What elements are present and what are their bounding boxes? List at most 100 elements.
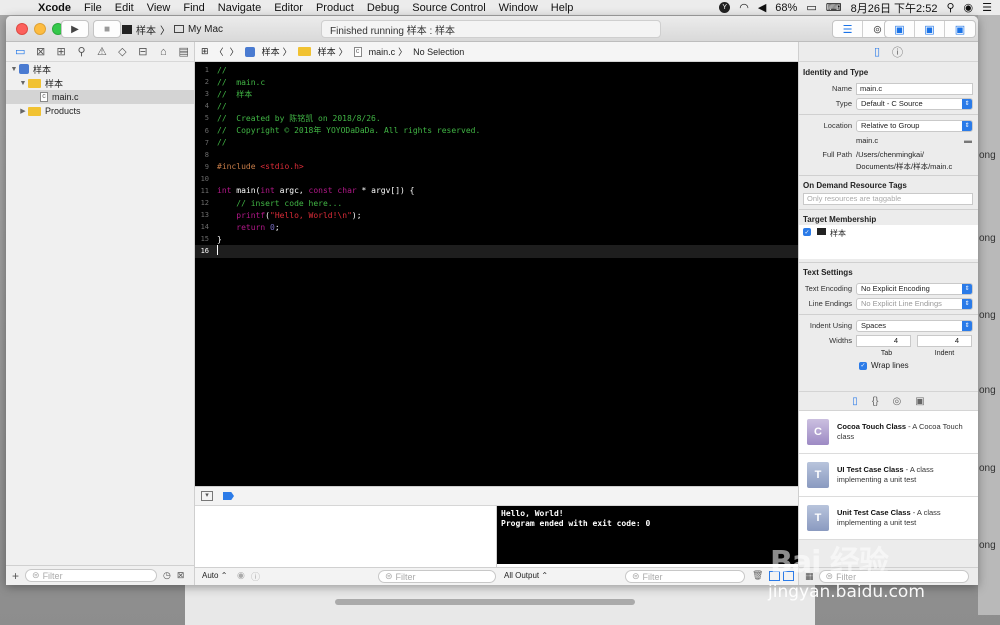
- disclosure-open-icon[interactable]: ▼: [18, 80, 28, 87]
- related-items-icon[interactable]: ⊞: [201, 46, 209, 57]
- code-line[interactable]: 3 // 样本: [195, 88, 798, 100]
- jump-crumb-selection[interactable]: No Selection: [413, 47, 464, 57]
- object-library-icon[interactable]: ◎: [893, 396, 902, 407]
- standard-editor-button[interactable]: ☰: [833, 21, 863, 37]
- menu-clock[interactable]: 8月26日 下午2:52: [851, 0, 938, 16]
- wifi-icon[interactable]: ◠: [739, 1, 749, 14]
- code-line[interactable]: 5 // Created by 陈铭凯 on 2018/8/26.: [195, 112, 798, 124]
- code-line[interactable]: 13 printf("Hello, World!\n");: [195, 209, 798, 221]
- media-library-icon[interactable]: ▣: [915, 396, 924, 407]
- run-button[interactable]: ▶: [61, 20, 89, 38]
- menu-find[interactable]: Find: [183, 2, 204, 14]
- code-line[interactable]: 14 return 0;: [195, 221, 798, 233]
- input-source-icon[interactable]: ⌨: [826, 1, 842, 14]
- menu-source-control[interactable]: Source Control: [412, 2, 485, 14]
- type-popup[interactable]: Default - C Source ⇕: [856, 97, 973, 110]
- library-item[interactable]: T Unit Test Case Class - A class implemen…: [799, 497, 978, 540]
- tree-row-file[interactable]: c main.c: [6, 90, 194, 104]
- code-line[interactable]: 6 // Copyright © 2018年 YOYODaDaDa. All ri…: [195, 124, 798, 136]
- endings-popup[interactable]: No Explicit Line Endings ⇕: [856, 297, 973, 310]
- source-editor[interactable]: 1 // 2 // main.c 3 // 样本 4 // 5 // Created by 陈铭凯…: [195, 62, 798, 486]
- forward-icon[interactable]: 〉: [230, 45, 239, 58]
- volume-icon[interactable]: ◀: [758, 1, 766, 14]
- odr-tags-field[interactable]: Only resources are taggable: [803, 192, 973, 205]
- code-line[interactable]: 11 int main(int argc, const char * argv[]…: [195, 185, 798, 197]
- code-line[interactable]: 1 //: [195, 64, 798, 76]
- checkbox-checked-icon[interactable]: ✓: [803, 228, 811, 236]
- tab-width-field[interactable]: 4: [856, 334, 911, 347]
- location-popup[interactable]: Relative to Group ⇕: [856, 119, 973, 132]
- eye-icon[interactable]: ◉: [237, 570, 245, 581]
- quick-help-icon[interactable]: ⓘ: [892, 44, 903, 60]
- jump-crumb-project[interactable]: 样本 〉: [244, 45, 292, 58]
- minimize-window-button[interactable]: [34, 23, 46, 35]
- menu-editor[interactable]: Editor: [274, 2, 303, 14]
- navigator-filter-input[interactable]: ⊜ Filter: [25, 569, 158, 582]
- navigator-toggle-button[interactable]: ▣: [885, 21, 915, 37]
- breakpoint-icon[interactable]: ⌂: [153, 46, 173, 58]
- code-line[interactable]: 8: [195, 149, 798, 161]
- code-snippet-icon[interactable]: {}: [872, 396, 879, 407]
- menu-product[interactable]: Product: [316, 2, 354, 14]
- menu-app-name[interactable]: Xcode: [38, 2, 71, 14]
- menu-help[interactable]: Help: [551, 2, 574, 14]
- debug-icon[interactable]: ⊟: [133, 45, 153, 58]
- breakpoints-toggle-icon[interactable]: [223, 492, 234, 500]
- disclosure-closed-icon[interactable]: ▶: [18, 107, 28, 115]
- stop-button[interactable]: ■: [93, 20, 121, 38]
- jump-crumb-file[interactable]: c main.c 〉: [353, 45, 407, 58]
- notification-center-icon[interactable]: ☰: [982, 1, 992, 14]
- tree-row-group[interactable]: ▼ 样本: [6, 76, 194, 90]
- warning-icon[interactable]: ⚠: [92, 45, 112, 58]
- scm-filter-icon[interactable]: ⊠: [177, 570, 185, 581]
- library-item[interactable]: T UI Test Case Class - A class implementi…: [799, 454, 978, 497]
- console-output[interactable]: Hello, World! Program ended with exit co…: [497, 506, 798, 564]
- hide-debug-area-icon[interactable]: ▾: [201, 491, 213, 501]
- indent-popup[interactable]: Spaces ⇕: [856, 319, 973, 332]
- close-window-button[interactable]: [16, 23, 28, 35]
- spotlight-icon[interactable]: ⚲: [946, 1, 954, 14]
- info-icon[interactable]: ⓘ: [251, 570, 260, 583]
- status-app-icon[interactable]: Y: [719, 2, 731, 13]
- tree-row-project[interactable]: ▼ 样本: [6, 62, 194, 76]
- menu-navigate[interactable]: Navigate: [218, 2, 261, 14]
- library-item[interactable]: C Cocoa Touch Class - A Cocoa Touch class: [799, 411, 978, 454]
- indent-width-field[interactable]: 4: [917, 334, 972, 347]
- menu-view[interactable]: View: [147, 2, 171, 14]
- user-avatar-icon[interactable]: ◉: [964, 1, 974, 14]
- back-icon[interactable]: 〈: [215, 45, 224, 58]
- folder-icon[interactable]: ▬: [964, 136, 972, 145]
- test-icon[interactable]: ◇: [112, 45, 132, 58]
- search-icon[interactable]: ⚲: [71, 45, 91, 58]
- folder-icon[interactable]: ▭: [10, 45, 30, 58]
- file-inspector-icon[interactable]: ▯: [874, 45, 880, 58]
- disclosure-open-icon[interactable]: ▼: [9, 66, 19, 73]
- all-output-popup[interactable]: All Output ⌃: [504, 571, 548, 580]
- debug-area-toggle-button[interactable]: ▣: [915, 21, 945, 37]
- menu-edit[interactable]: Edit: [115, 2, 134, 14]
- tree-row-products[interactable]: ▶ Products: [6, 104, 194, 118]
- file-template-icon[interactable]: ▯: [852, 396, 858, 407]
- name-field[interactable]: main.c: [856, 82, 973, 95]
- scheme-selector[interactable]: 样本 〉 My Mac: [122, 20, 223, 38]
- utilities-toggle-button[interactable]: ▣: [945, 21, 975, 37]
- code-line[interactable]: 16: [195, 245, 798, 258]
- code-line[interactable]: 15}: [195, 233, 798, 245]
- battery-icon[interactable]: ▭: [806, 1, 816, 14]
- code-line[interactable]: 12 // insert code here...: [195, 197, 798, 209]
- auto-scope-popup[interactable]: Auto ⌃: [202, 571, 227, 580]
- battery-percent[interactable]: 68%: [775, 2, 797, 14]
- symbol-icon[interactable]: ⊞: [51, 45, 71, 58]
- code-line[interactable]: 9 #include <stdio.h>: [195, 161, 798, 173]
- menu-window[interactable]: Window: [499, 2, 538, 14]
- console-filter-input[interactable]: ⊜ Filter: [625, 570, 745, 583]
- code-line[interactable]: 2 // main.c: [195, 76, 798, 88]
- add-icon[interactable]: +: [12, 569, 19, 583]
- code-line[interactable]: 7 //: [195, 137, 798, 149]
- checkbox-checked-icon[interactable]: ✓: [859, 361, 867, 370]
- code-line[interactable]: 10: [195, 173, 798, 185]
- recent-files-icon[interactable]: ◷: [163, 570, 171, 581]
- code-line[interactable]: 4 //: [195, 100, 798, 112]
- menu-debug[interactable]: Debug: [367, 2, 399, 14]
- jump-crumb-group[interactable]: 样本 〉: [297, 45, 348, 58]
